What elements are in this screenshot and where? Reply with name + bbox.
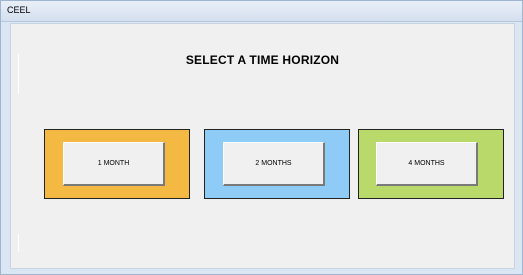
two-months-button[interactable]: 2 MONTHS	[223, 142, 325, 186]
four-months-button[interactable]: 4 MONTHS	[376, 142, 478, 186]
option-panel-2-months: 2 MONTHS	[204, 129, 350, 199]
option-panel-4-months: 4 MONTHS	[358, 129, 504, 199]
option-panel-1-month: 1 MONTH	[44, 129, 190, 199]
app-window: CEEL SELECT A TIME HORIZON 1 MONTH 2 MON…	[0, 0, 523, 275]
one-month-button[interactable]: 1 MONTH	[63, 142, 165, 186]
window-title: CEEL	[7, 5, 31, 15]
form-client-area: SELECT A TIME HORIZON 1 MONTH 2 MONTHS 4…	[10, 23, 515, 269]
edge-highlight	[18, 234, 19, 252]
page-title: SELECT A TIME HORIZON	[185, 53, 340, 67]
title-bar[interactable]: CEEL	[1, 1, 522, 22]
